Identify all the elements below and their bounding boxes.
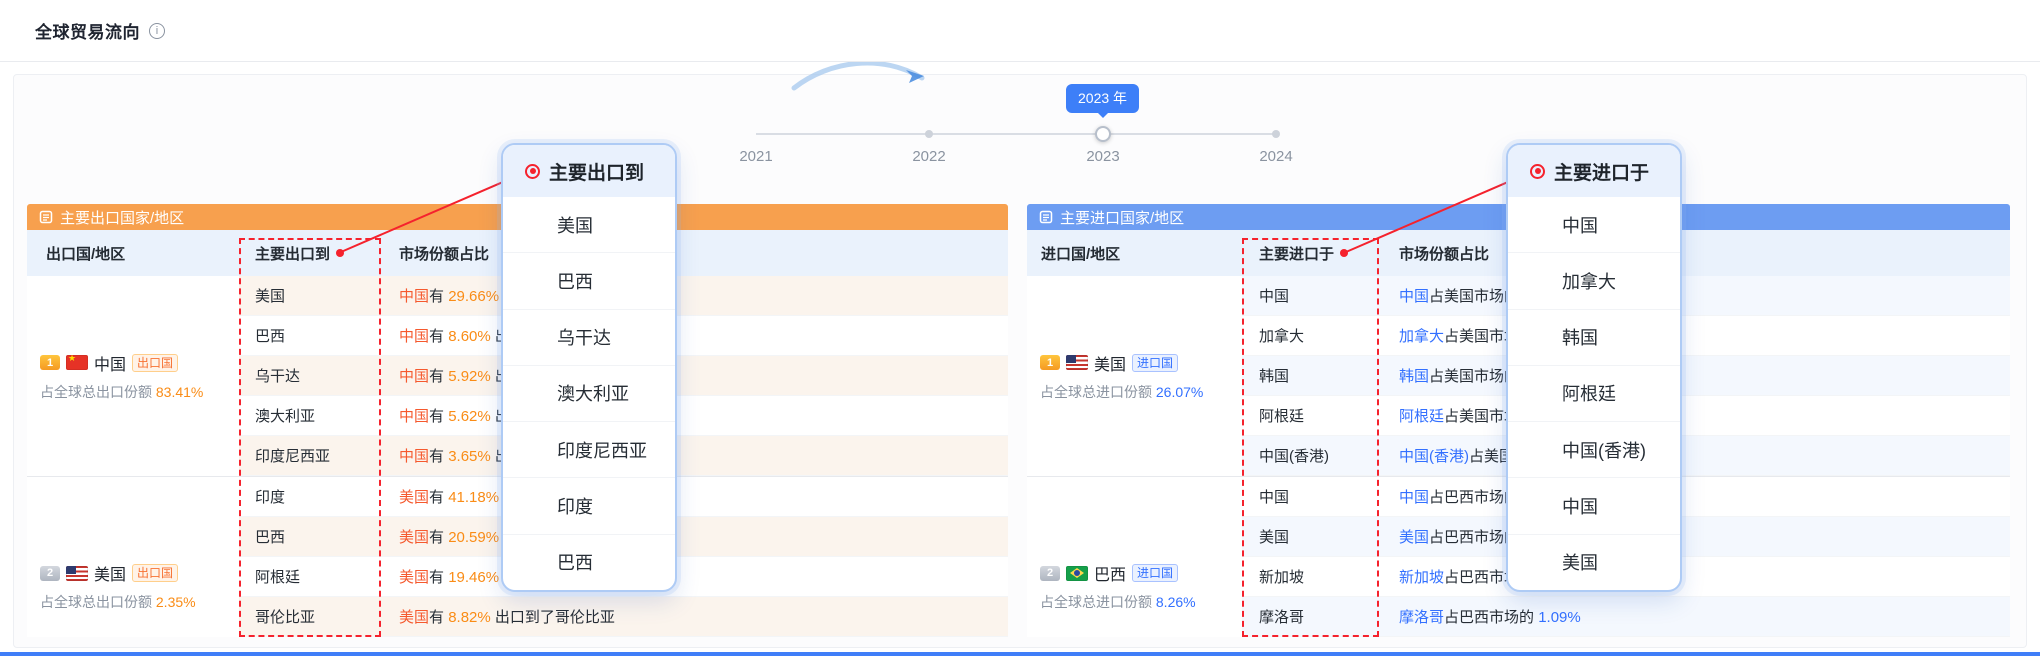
year-label-2024[interactable]: 2024 (1259, 148, 1292, 165)
col-exporter: 出口国/地区 (27, 243, 239, 264)
import-popup-title: 主要进口于 (1554, 158, 1649, 185)
rank-badge: 2 (1040, 566, 1060, 581)
china-flag-icon (66, 355, 88, 370)
rank-badge: 1 (1040, 355, 1060, 370)
timeline-tick-2022[interactable] (925, 130, 933, 138)
popup-item[interactable]: 巴西 (503, 253, 675, 309)
red-target-icon (525, 164, 540, 179)
popup-item[interactable]: 美国 (503, 197, 675, 253)
popup-item[interactable]: 巴西 (503, 535, 675, 590)
usa-flag-icon (66, 566, 88, 581)
popup-item[interactable]: 中国 (1508, 197, 1680, 253)
year-tooltip: 2023 年 (1066, 84, 1139, 113)
popup-item[interactable]: 阿根廷 (1508, 366, 1680, 422)
timeline-tick-2024[interactable] (1272, 130, 1280, 138)
country-name: 中国 (94, 351, 126, 375)
bottom-accent-bar (0, 652, 2040, 656)
import-column-popup[interactable]: 主要进口于 中国 加拿大 韩国 阿根廷 中国(香港) 中国 美国 (1506, 143, 1682, 592)
year-label-2023[interactable]: 2023 (1086, 148, 1119, 165)
country-name: 美国 (94, 561, 126, 585)
trade-flow-page: 全球贸易流向 i 2023 年 2021 2022 2023 2024 主要出口… (0, 0, 2040, 661)
popup-item[interactable]: 加拿大 (1508, 253, 1680, 309)
year-label-2021[interactable]: 2021 (739, 148, 772, 165)
importer-cell: 1 美国 进口国 占全球总进口份额 26.07% (1027, 276, 1242, 476)
popup-item[interactable]: 韩国 (1508, 310, 1680, 366)
import-table-title: 主要进口国家/地区 (1060, 207, 1184, 228)
col-export-dest: 主要出口到 (239, 243, 381, 264)
importer-tag: 进口国 (1132, 564, 1178, 582)
info-icon[interactable]: i (149, 23, 165, 39)
popup-item[interactable]: 印度尼西亚 (503, 422, 675, 478)
exporter-cell: 1 中国 出口国 占全球总出口份额 83.41% (27, 276, 239, 476)
red-target-icon (1530, 164, 1545, 179)
table-row: 摩洛哥 摩洛哥占巴西市场的 1.09% (1242, 597, 2010, 637)
import-popup-header: 主要进口于 (1508, 145, 1680, 197)
export-table-title: 主要出口国家/地区 (60, 207, 184, 228)
annotation-dot (1340, 249, 1348, 257)
popup-item[interactable]: 中国(香港) (1508, 422, 1680, 478)
popup-item[interactable]: 澳大利亚 (503, 366, 675, 422)
global-share: 占全球总出口份额 2.35% (40, 592, 239, 612)
usa-flag-icon (1066, 355, 1088, 370)
global-share: 占全球总进口份额 8.26% (1040, 592, 1242, 612)
importer-cell: 2 巴西 进口国 占全球总进口份额 8.26% (1027, 477, 1242, 637)
export-popup-title: 主要出口到 (549, 158, 644, 185)
rank-badge: 1 (40, 355, 60, 370)
title-bar: 全球贸易流向 i (0, 0, 2040, 62)
popup-item[interactable]: 乌干达 (503, 310, 675, 366)
popup-item[interactable]: 中国 (1508, 478, 1680, 534)
country-name: 美国 (1094, 351, 1126, 375)
col-importer: 进口国/地区 (1027, 243, 1242, 264)
country-name: 巴西 (1094, 561, 1126, 585)
page-title: 全球贸易流向 (35, 18, 140, 43)
global-share: 占全球总出口份额 83.41% (40, 382, 239, 402)
timeline-track (756, 133, 1276, 135)
table-row: 哥伦比亚 美国有 8.82% 出口到了哥伦比亚 (239, 597, 1008, 637)
exporter-cell: 2 美国 出口国 占全球总出口份额 2.35% (27, 477, 239, 637)
timeline-handle-2023[interactable] (1095, 126, 1111, 142)
brazil-flag-icon (1066, 566, 1088, 581)
col-import-src: 主要进口于 (1242, 243, 1379, 264)
exporter-tag: 出口国 (132, 354, 178, 372)
rank-badge: 2 (40, 566, 60, 581)
col-market-share: 市场份额占比 (381, 243, 1008, 264)
annotation-dot (336, 249, 344, 257)
year-label-2022[interactable]: 2022 (912, 148, 945, 165)
popup-item[interactable]: 印度 (503, 478, 675, 534)
report-icon (1039, 210, 1053, 224)
popup-item[interactable]: 美国 (1508, 535, 1680, 590)
report-icon (39, 210, 53, 224)
export-popup-header: 主要出口到 (503, 145, 675, 197)
col-market-share: 市场份额占比 (1379, 243, 2010, 264)
global-share: 占全球总进口份额 26.07% (1040, 382, 1242, 402)
importer-tag: 进口国 (1132, 354, 1178, 372)
exporter-tag: 出口国 (132, 564, 178, 582)
export-column-popup[interactable]: 主要出口到 美国 巴西 乌干达 澳大利亚 印度尼西亚 印度 巴西 (501, 143, 677, 592)
